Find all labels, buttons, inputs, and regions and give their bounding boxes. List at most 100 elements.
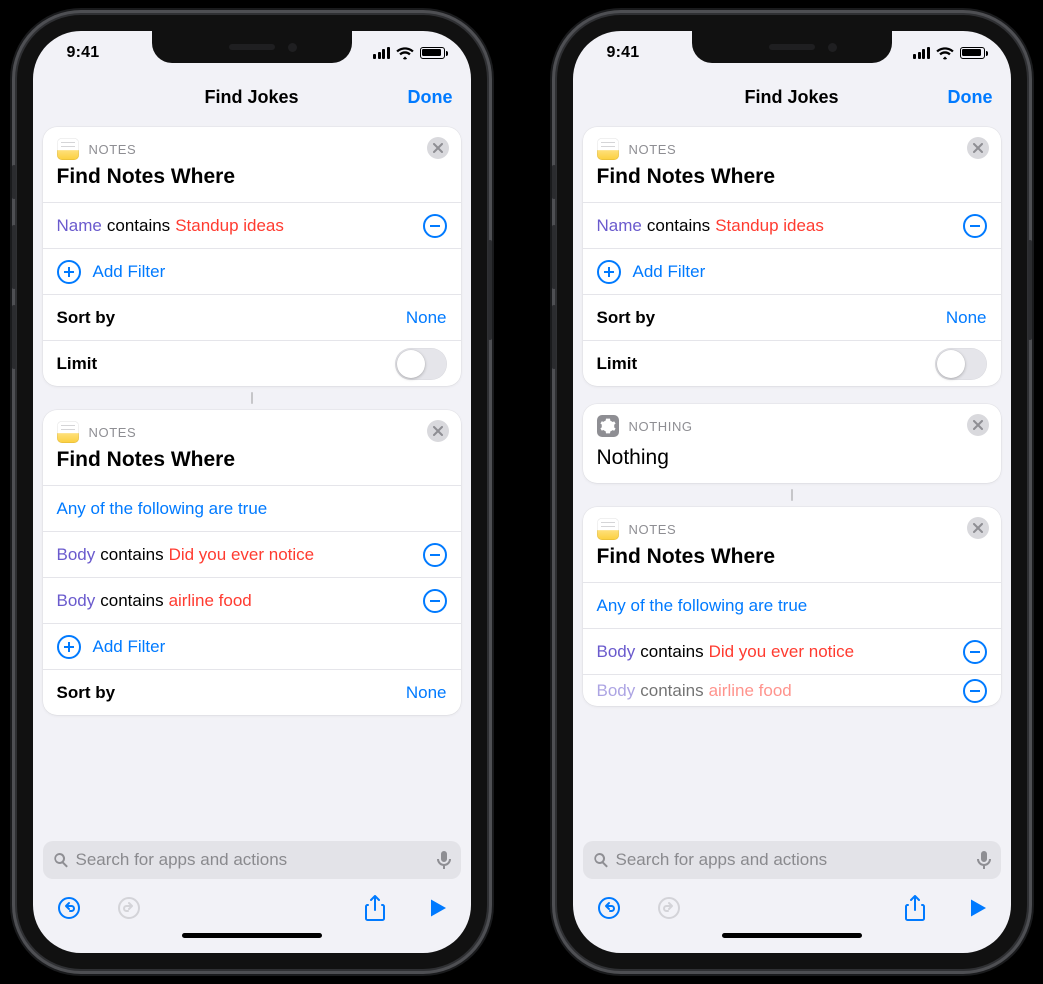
action-search-input[interactable]: Search for apps and actions bbox=[43, 841, 461, 879]
filter-row[interactable]: Name contains Standup ideas bbox=[583, 202, 1001, 248]
app-label: NOTES bbox=[629, 522, 677, 537]
filter-field[interactable]: Body bbox=[597, 642, 636, 662]
run-button[interactable] bbox=[429, 898, 447, 918]
wifi-icon bbox=[396, 47, 414, 60]
status-time: 9:41 bbox=[607, 44, 640, 62]
filter-value[interactable]: airline food bbox=[169, 591, 252, 611]
filter-row-partial[interactable]: Body contains airline food bbox=[583, 674, 1001, 706]
home-indicator[interactable] bbox=[33, 931, 471, 953]
limit-switch[interactable] bbox=[395, 348, 447, 380]
redo-button bbox=[117, 896, 141, 920]
done-button[interactable]: Done bbox=[408, 87, 453, 108]
battery-icon bbox=[960, 47, 985, 59]
filter-operator[interactable]: contains bbox=[100, 545, 163, 565]
add-filter-row[interactable]: Add Filter bbox=[43, 248, 461, 294]
filter-row[interactable]: Body contains airline food bbox=[43, 577, 461, 623]
remove-filter-button[interactable] bbox=[423, 589, 447, 613]
filter-field[interactable]: Name bbox=[57, 216, 102, 236]
app-label: NOTES bbox=[89, 142, 137, 157]
workflow-content[interactable]: NOTES Find Notes Where Name contains Sta… bbox=[573, 119, 1011, 841]
remove-filter-button[interactable] bbox=[963, 679, 987, 703]
notes-app-icon bbox=[57, 138, 79, 160]
cellular-icon bbox=[373, 47, 390, 60]
remove-action-button[interactable] bbox=[967, 517, 989, 539]
sort-by-row[interactable]: Sort by None bbox=[43, 669, 461, 715]
action-search-input[interactable]: Search for apps and actions bbox=[583, 841, 1001, 879]
filter-field[interactable]: Name bbox=[597, 216, 642, 236]
nav-bar: Find Jokes Done bbox=[573, 75, 1011, 119]
filter-row[interactable]: Body contains Did you ever notice bbox=[583, 628, 1001, 674]
limit-label: Limit bbox=[597, 354, 638, 374]
undo-button[interactable] bbox=[597, 896, 621, 920]
filter-operator[interactable]: contains bbox=[640, 681, 703, 701]
share-button[interactable] bbox=[905, 895, 925, 921]
workflow-content[interactable]: NOTES Find Notes Where Name contains Sta… bbox=[33, 119, 471, 841]
match-mode-label: Any of the following are true bbox=[597, 596, 808, 616]
filter-operator[interactable]: contains bbox=[647, 216, 710, 236]
remove-action-button[interactable] bbox=[967, 414, 989, 436]
action-title: Find Notes Where bbox=[583, 545, 1001, 582]
sort-by-row[interactable]: Sort by None bbox=[583, 294, 1001, 340]
filter-value[interactable]: airline food bbox=[709, 681, 792, 701]
remove-action-button[interactable] bbox=[427, 420, 449, 442]
filter-operator[interactable]: contains bbox=[107, 216, 170, 236]
filter-operator[interactable]: contains bbox=[640, 642, 703, 662]
dictation-icon[interactable] bbox=[437, 850, 451, 870]
filter-value[interactable]: Did you ever notice bbox=[169, 545, 315, 565]
dictation-icon[interactable] bbox=[977, 850, 991, 870]
filter-operator[interactable]: contains bbox=[100, 591, 163, 611]
sort-label: Sort by bbox=[57, 683, 116, 703]
sort-value[interactable]: None bbox=[406, 683, 447, 703]
limit-label: Limit bbox=[57, 354, 98, 374]
remove-filter-button[interactable] bbox=[963, 640, 987, 664]
action-card-nothing: NOTHING Nothing bbox=[583, 404, 1001, 483]
notch bbox=[692, 31, 892, 63]
sort-label: Sort by bbox=[597, 308, 656, 328]
run-button[interactable] bbox=[969, 898, 987, 918]
remove-filter-button[interactable] bbox=[423, 214, 447, 238]
remove-action-button[interactable] bbox=[967, 137, 989, 159]
action-card-find-notes-1: NOTES Find Notes Where Name contains Sta… bbox=[43, 127, 461, 386]
app-label: NOTES bbox=[629, 142, 677, 157]
filter-value[interactable]: Standup ideas bbox=[175, 216, 284, 236]
filter-field[interactable]: Body bbox=[57, 545, 96, 565]
sort-by-row[interactable]: Sort by None bbox=[43, 294, 461, 340]
match-mode-row[interactable]: Any of the following are true bbox=[43, 485, 461, 531]
battery-icon bbox=[420, 47, 445, 59]
remove-action-button[interactable] bbox=[427, 137, 449, 159]
undo-button[interactable] bbox=[57, 896, 81, 920]
add-filter-row[interactable]: Add Filter bbox=[43, 623, 461, 669]
filter-row[interactable]: Name contains Standup ideas bbox=[43, 202, 461, 248]
phone-right: 9:41 Find Jokes Done NOTES bbox=[557, 15, 1027, 969]
search-placeholder: Search for apps and actions bbox=[616, 850, 970, 870]
filter-row[interactable]: Body contains Did you ever notice bbox=[43, 531, 461, 577]
add-filter-label: Add Filter bbox=[93, 262, 166, 282]
cellular-icon bbox=[913, 47, 930, 60]
connector-line bbox=[251, 392, 253, 404]
sort-value[interactable]: None bbox=[406, 308, 447, 328]
sort-value[interactable]: None bbox=[946, 308, 987, 328]
match-mode-row[interactable]: Any of the following are true bbox=[583, 582, 1001, 628]
notes-app-icon bbox=[597, 138, 619, 160]
filter-value[interactable]: Did you ever notice bbox=[709, 642, 855, 662]
action-title: Find Notes Where bbox=[43, 165, 461, 202]
limit-switch[interactable] bbox=[935, 348, 987, 380]
bottom-toolbar bbox=[573, 887, 1011, 931]
plus-icon bbox=[597, 260, 621, 284]
home-indicator[interactable] bbox=[573, 931, 1011, 953]
remove-filter-button[interactable] bbox=[423, 543, 447, 567]
action-title: Find Notes Where bbox=[583, 165, 1001, 202]
add-filter-row[interactable]: Add Filter bbox=[583, 248, 1001, 294]
plus-icon bbox=[57, 635, 81, 659]
done-button[interactable]: Done bbox=[948, 87, 993, 108]
app-label: NOTES bbox=[89, 425, 137, 440]
share-button[interactable] bbox=[365, 895, 385, 921]
remove-filter-button[interactable] bbox=[963, 214, 987, 238]
filter-field[interactable]: Body bbox=[597, 681, 636, 701]
add-filter-label: Add Filter bbox=[93, 637, 166, 657]
filter-value[interactable]: Standup ideas bbox=[715, 216, 824, 236]
filter-field[interactable]: Body bbox=[57, 591, 96, 611]
action-card-find-notes-2: NOTES Find Notes Where Any of the follow… bbox=[43, 410, 461, 715]
add-filter-label: Add Filter bbox=[633, 262, 706, 282]
sort-label: Sort by bbox=[57, 308, 116, 328]
